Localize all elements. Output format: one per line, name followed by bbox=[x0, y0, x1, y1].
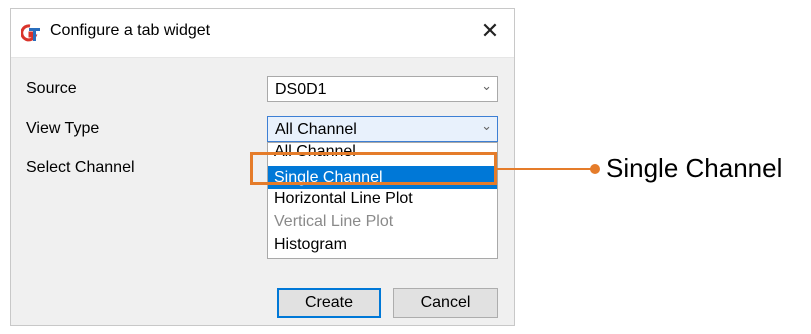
option-horizontal-line-plot[interactable]: Horizontal Line Plot bbox=[268, 187, 497, 210]
option-histogram[interactable]: Histogram bbox=[268, 233, 497, 256]
create-button[interactable]: Create bbox=[277, 288, 381, 318]
source-value: DS0D1 bbox=[275, 81, 327, 98]
chevron-down-icon: ⌄ bbox=[481, 119, 492, 134]
close-icon[interactable]: ✕ bbox=[476, 18, 504, 46]
single-channel-highlight bbox=[250, 152, 497, 185]
select-channel-label: Select Channel bbox=[26, 159, 135, 176]
cancel-button[interactable]: Cancel bbox=[393, 288, 498, 318]
source-label: Source bbox=[26, 80, 77, 97]
dialog-title: Configure a tab widget bbox=[50, 22, 211, 39]
callout-dot-icon bbox=[590, 164, 600, 174]
dialog-titlebar: Configure a tab widget ✕ bbox=[11, 9, 514, 58]
view-type-combobox[interactable]: All Channel ⌄ bbox=[267, 116, 498, 142]
view-type-value: All Channel bbox=[275, 121, 357, 138]
source-combobox[interactable]: DS0D1 ⌄ bbox=[267, 76, 498, 102]
chevron-down-icon: ⌄ bbox=[481, 79, 492, 94]
option-vertical-line-plot: Vertical Line Plot bbox=[274, 213, 394, 230]
callout-line bbox=[497, 168, 592, 170]
callout-label: Single Channel bbox=[606, 153, 783, 183]
view-type-label: View Type bbox=[26, 120, 100, 137]
gt-app-icon bbox=[20, 24, 41, 42]
